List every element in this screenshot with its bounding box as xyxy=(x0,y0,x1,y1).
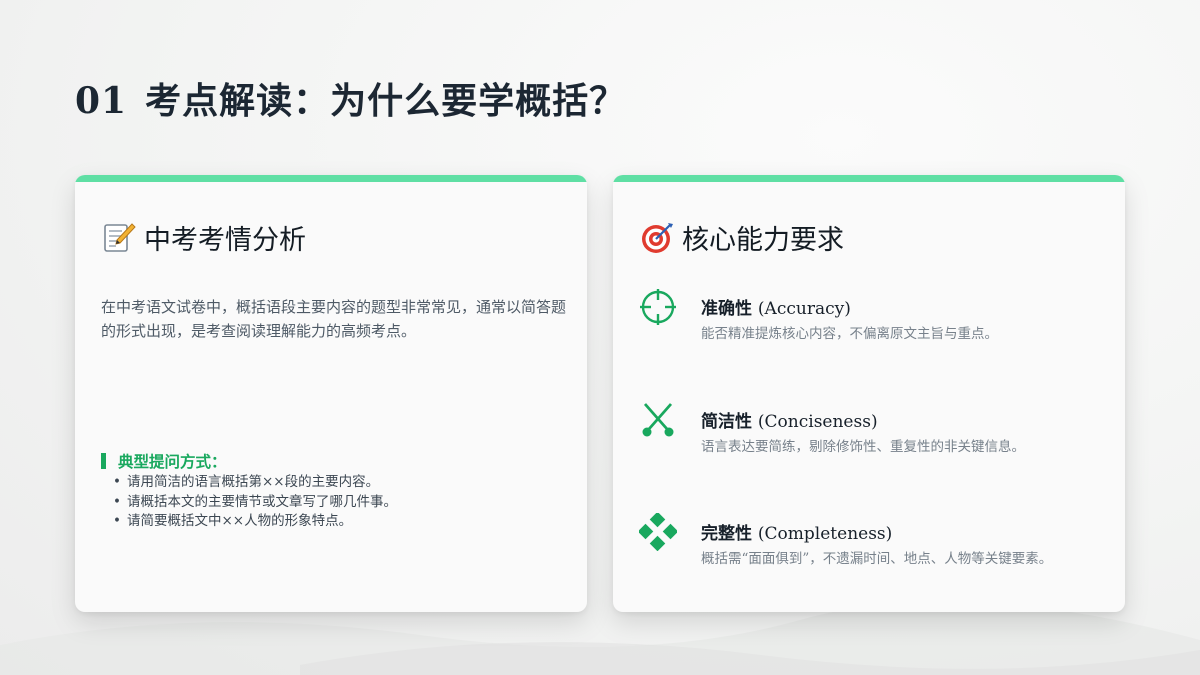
diamond-cluster-icon xyxy=(639,513,677,551)
ability-description: 概括需“面面俱到”，不遗漏时间、地点、人物等关键要素。 xyxy=(701,551,1053,567)
memo-emoji-icon xyxy=(104,222,136,252)
card-title: 中考考情分析 xyxy=(102,218,306,257)
list-item: • 请概括本文的主要情节或文章写了哪几件事。 xyxy=(113,493,397,510)
crosshair-icon xyxy=(640,289,676,325)
card-title-text: 中考考情分析 xyxy=(144,225,306,256)
list-item: • 请简要概括文中××人物的形象特点。 xyxy=(113,513,353,529)
card-accent-bar xyxy=(75,175,587,182)
ability-completeness: 完整性 (Completeness) 概括需“面面俱到”，不遗漏时间、地点、人物… xyxy=(639,513,1119,573)
exam-analysis-card: 中考考情分析 在中考语文试卷中，概括语段主要内容的题型非常常见，通常以简答题的形… xyxy=(75,175,587,612)
exam-description: 在中考语文试卷中，概括语段主要内容的题型非常常见，通常以简答题的形式出现，是考查… xyxy=(101,298,567,340)
questions-heading: 典型提问方式： xyxy=(101,450,227,472)
ability-name: 准确性 (Accuracy) xyxy=(701,299,851,319)
list-item: • 请用简洁的语言概括第××段的主要内容。 xyxy=(113,474,380,490)
ability-description: 能否精准提炼核心内容，不偏离原文主旨与重点。 xyxy=(701,326,998,342)
scissors-icon xyxy=(642,403,674,437)
ability-name: 完整性 (Completeness) xyxy=(701,524,893,544)
card-accent-bar xyxy=(613,175,1125,182)
questions-heading-text: 典型提问方式： xyxy=(118,452,227,471)
core-abilities-card: 核心能力要求 准确性 (Accuracy) 能否精准提炼核心内容，不偏离原文主旨… xyxy=(613,175,1125,612)
questions-list: • 请用简洁的语言概括第××段的主要内容。 • 请概括本文的主要情节或文章写了哪几件… xyxy=(113,473,397,532)
card-title: 核心能力要求 xyxy=(640,218,844,257)
page-title: 01 考点解读：为什么要学概括？ xyxy=(75,72,626,124)
ability-name: 简洁性 (Conciseness) xyxy=(701,412,878,432)
ability-description: 语言表达要简练，剔除修饰性、重复性的非关键信息。 xyxy=(701,439,1025,455)
section-number: 01 xyxy=(75,80,128,122)
card-title-text: 核心能力要求 xyxy=(682,225,844,256)
section-title: 考点解读：为什么要学概括？ xyxy=(145,80,627,122)
target-emoji-icon xyxy=(642,222,673,253)
ability-accuracy: 准确性 (Accuracy) 能否精准提炼核心内容，不偏离原文主旨与重点。 xyxy=(639,288,1119,348)
heading-marker xyxy=(101,453,106,469)
ability-conciseness: 简洁性 (Conciseness) 语言表达要简练，剔除修饰性、重复性的非关键信… xyxy=(639,401,1119,461)
